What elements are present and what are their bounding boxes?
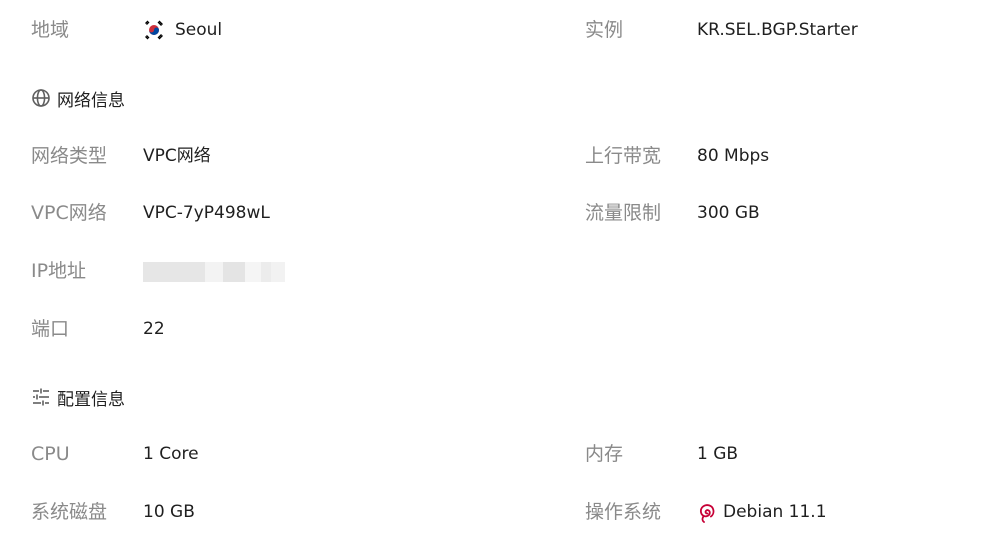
- memory-label: 内存: [585, 443, 624, 465]
- os-value: Debian 11.1: [697, 497, 827, 527]
- os-label: 操作系统: [585, 501, 662, 523]
- vpc-value: VPC-7yP498wL: [143, 203, 270, 223]
- network-type-row: 网络类型 VPC网络 上行带宽 80 Mbps: [0, 141, 997, 171]
- region-label: 地域: [31, 19, 70, 41]
- disk-value: 10 GB: [143, 502, 195, 522]
- bandwidth-value: 80 Mbps: [697, 146, 770, 166]
- south-korea-flag-icon: [143, 19, 165, 41]
- traffic-label: 流量限制: [585, 202, 662, 224]
- vpc-label: VPC网络: [31, 202, 107, 224]
- region-value-text: Seoul: [175, 20, 223, 40]
- ip-row: IP地址: [0, 256, 997, 286]
- region-row: 地域 Seoul 实例 KR.SEL.BGP.Starter: [0, 15, 997, 45]
- vpc-row: VPC网络 VPC-7yP498wL 流量限制 300 GB: [0, 198, 997, 228]
- os-value-text: Debian 11.1: [723, 502, 827, 522]
- port-value: 22: [143, 319, 165, 339]
- network-section-header: 网络信息: [31, 85, 125, 111]
- cpu-value: 1 Core: [143, 444, 199, 464]
- port-row: 端口 22: [0, 314, 997, 344]
- network-section-title: 网络信息: [57, 90, 125, 111]
- network-type-label: 网络类型: [31, 145, 108, 167]
- config-section-header: 配置信息: [31, 384, 125, 410]
- instance-value: KR.SEL.BGP.Starter: [697, 20, 858, 40]
- memory-value: 1 GB: [697, 444, 739, 464]
- disk-label: 系统磁盘: [31, 501, 108, 523]
- network-type-value: VPC网络: [143, 146, 211, 166]
- disk-row: 系统磁盘 10 GB 操作系统 Debian 11.1: [0, 497, 997, 527]
- instance-label: 实例: [585, 19, 624, 41]
- ip-label: IP地址: [31, 260, 87, 282]
- debian-logo-icon: [697, 501, 716, 523]
- config-section-title: 配置信息: [57, 389, 125, 410]
- region-value: Seoul: [143, 15, 222, 45]
- sliders-icon: [31, 387, 51, 407]
- traffic-value: 300 GB: [697, 203, 760, 223]
- port-label: 端口: [31, 318, 70, 340]
- bandwidth-label: 上行带宽: [585, 145, 662, 167]
- cpu-row: CPU 1 Core 内存 1 GB: [0, 439, 997, 469]
- globe-icon: [31, 88, 51, 108]
- ip-value-masked: [143, 262, 285, 282]
- cpu-label: CPU: [31, 443, 70, 465]
